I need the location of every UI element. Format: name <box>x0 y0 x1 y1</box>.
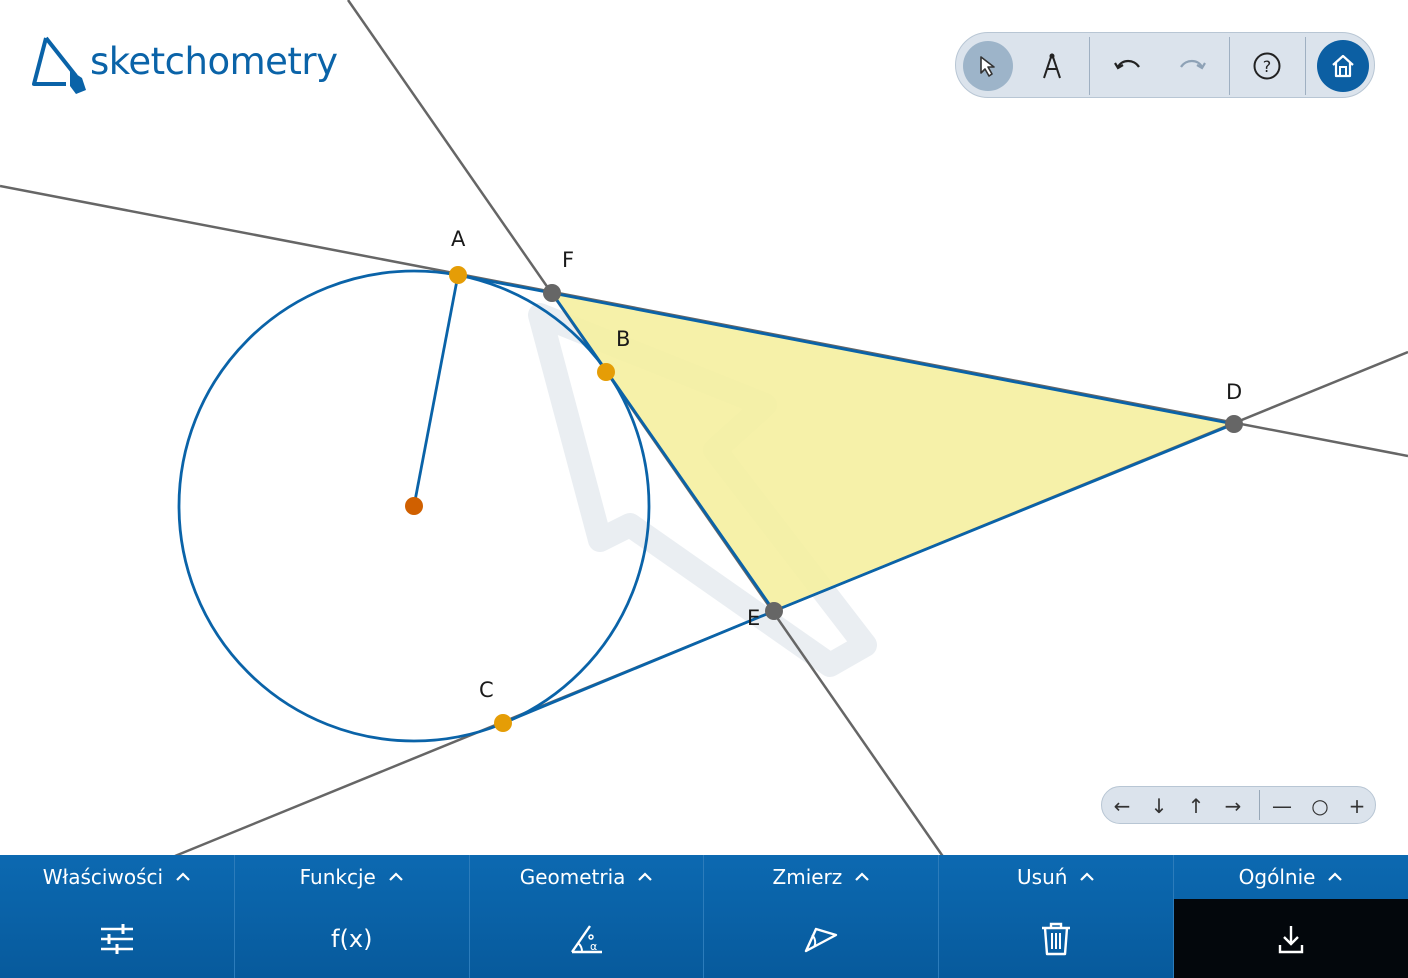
measure-angle-icon <box>805 927 838 952</box>
label-d: D <box>1226 380 1242 404</box>
app-logo: sketchometry <box>30 34 350 98</box>
angle-alpha-icon: α <box>570 924 602 953</box>
pan-up-button[interactable]: ↑ <box>1181 791 1211 821</box>
properties-button[interactable] <box>0 899 234 978</box>
help-icon: ? <box>1253 52 1281 80</box>
compass-tool-button[interactable] <box>1027 41 1077 91</box>
pan-left-button[interactable]: ← <box>1107 791 1137 821</box>
geometry-canvas[interactable]: A F B D E C <box>0 0 1408 978</box>
zoom-in-button[interactable]: + <box>1342 791 1372 821</box>
toolbar-divider <box>1305 37 1306 95</box>
menu-label: Zmierz <box>772 865 843 889</box>
segment-ce[interactable] <box>502 609 775 725</box>
svg-text:?: ? <box>1263 57 1272 76</box>
menu-header-functions[interactable]: Funkcje <box>235 855 469 899</box>
geometry-button[interactable]: α <box>470 899 704 978</box>
toolbar-divider <box>1089 37 1090 95</box>
menu-header-measure[interactable]: Zmierz <box>704 855 938 899</box>
menu-label: Ogólnie <box>1238 865 1316 889</box>
chevron-up-icon <box>1328 872 1343 881</box>
menu-section-functions: Funkcje f(x) <box>234 855 470 978</box>
chevron-up-icon <box>389 872 403 881</box>
delete-button[interactable] <box>939 899 1173 978</box>
menu-header-delete[interactable]: Usuń <box>939 855 1173 899</box>
radius-segment[interactable] <box>412 274 460 507</box>
trash-icon <box>1042 922 1071 955</box>
menu-section-delete: Usuń <box>939 855 1175 978</box>
menu-section-general: Ogólnie <box>1174 855 1408 978</box>
redo-button[interactable] <box>1167 41 1217 91</box>
point-e[interactable] <box>765 602 783 620</box>
toolbar-divider <box>1229 37 1230 95</box>
download-icon <box>1278 925 1304 953</box>
nav-divider <box>1259 790 1260 820</box>
undo-icon <box>1114 59 1140 70</box>
pan-down-button[interactable]: ↓ <box>1144 791 1174 821</box>
undo-button[interactable] <box>1103 41 1153 91</box>
zoom-out-button[interactable]: — <box>1267 791 1297 821</box>
functions-button[interactable]: f(x) <box>235 899 469 978</box>
sliders-icon <box>100 923 133 954</box>
measure-button[interactable] <box>704 899 938 978</box>
download-button[interactable] <box>1174 899 1408 978</box>
pointer-tool-button[interactable] <box>963 41 1013 91</box>
svg-text:α: α <box>590 940 597 953</box>
center-point[interactable] <box>405 497 423 515</box>
point-d[interactable] <box>1225 415 1243 433</box>
top-toolbar: ? <box>955 32 1375 98</box>
point-c[interactable] <box>494 714 512 732</box>
chevron-up-icon <box>638 872 653 881</box>
zoom-reset-button[interactable]: ○ <box>1305 791 1335 821</box>
compass-icon <box>1043 53 1061 79</box>
point-f[interactable] <box>543 284 561 302</box>
menu-section-measure: Zmierz <box>704 855 940 978</box>
label-a: A <box>451 227 466 251</box>
label-e: E <box>747 606 760 630</box>
menu-header-geometry[interactable]: Geometria <box>470 855 704 899</box>
bottom-menu-bar: Właściwości Funkcje f(x) Geometria α Zmi… <box>0 855 1408 978</box>
label-b: B <box>616 327 630 351</box>
menu-header-general[interactable]: Ogólnie <box>1174 855 1408 899</box>
pan-right-button[interactable]: → <box>1218 791 1248 821</box>
menu-label: Funkcje <box>299 865 376 889</box>
help-button[interactable]: ? <box>1242 41 1292 91</box>
menu-header-properties[interactable]: Właściwości <box>0 855 234 899</box>
redo-icon <box>1180 59 1206 70</box>
navigation-control: ← ↓ ↑ → — ○ + <box>1101 786 1376 824</box>
menu-section-geometry: Geometria α <box>469 855 705 978</box>
label-f: F <box>562 248 574 272</box>
logo-mark-icon <box>32 36 86 94</box>
pointer-arrow-icon <box>980 56 995 77</box>
home-icon <box>1332 54 1354 78</box>
chevron-up-icon <box>176 872 190 881</box>
chevron-up-icon <box>855 872 870 881</box>
menu-section-properties: Właściwości <box>0 855 235 978</box>
logo-text: sketchometry <box>90 40 338 83</box>
chevron-up-icon <box>1080 872 1095 881</box>
fx-icon: f(x) <box>331 924 373 953</box>
home-button[interactable] <box>1317 40 1369 92</box>
menu-label: Właściwości <box>42 865 164 889</box>
label-c: C <box>479 678 494 702</box>
menu-label: Geometria <box>519 865 626 889</box>
point-b[interactable] <box>597 363 615 381</box>
menu-label: Usuń <box>1017 865 1068 889</box>
point-a[interactable] <box>449 266 467 284</box>
